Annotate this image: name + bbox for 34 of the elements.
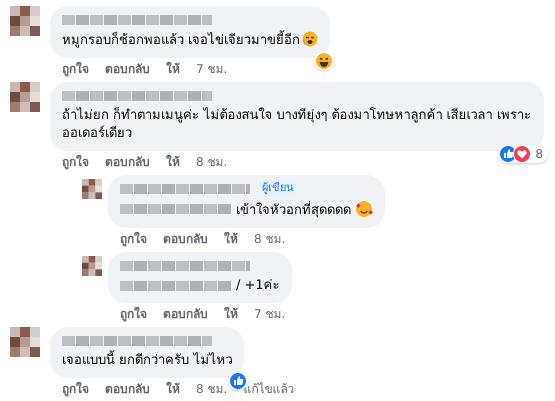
comment-action-link[interactable]: ถูกใจ	[62, 153, 89, 171]
smiling-face-with-hearts-icon	[355, 200, 373, 218]
laughing-face-icon	[315, 52, 334, 70]
comment-action-link[interactable]: ตอบกลับ	[105, 380, 150, 398]
reaction-badge[interactable]: 8	[498, 145, 548, 163]
comment-time: 8 ชม.	[196, 381, 228, 398]
comment-text: / +1ค่ะ	[236, 277, 280, 295]
comment-action-link[interactable]: ถูกใจ	[120, 230, 147, 248]
comment-action-link[interactable]: ตอบกลับ	[105, 153, 150, 171]
comment-action-link[interactable]: ให้	[166, 60, 180, 78]
comment-action-link[interactable]: ให้	[224, 230, 238, 248]
comment-action-link[interactable]: ตอบกลับ	[105, 60, 150, 78]
reaction-count: 8	[534, 146, 544, 163]
comment-action-link[interactable]: ตอบกลับ	[163, 305, 208, 323]
comment-action-link[interactable]: ให้	[224, 305, 238, 323]
comment-time: 7 ชม.	[196, 61, 228, 78]
comment-action-link[interactable]: ให้	[166, 380, 180, 398]
comment-text: ถ้าไม่ยก ก็ทำตามเมนูค่ะ ไม่ต้องสนใจ บางทียุ่งๆ ต้องมาโทษหาลูกค้า เสียเวลา เพราะออเดอร์เดียว	[62, 107, 532, 143]
comment-action-link[interactable]: ถูกใจ	[120, 305, 147, 323]
comment-time: 8 ชม.	[196, 154, 228, 171]
heart-icon	[513, 145, 532, 163]
comment-text: เข้าใจหัวอกที่สุดดดด	[236, 200, 373, 220]
comment-action-link[interactable]: ถูกใจ	[62, 60, 89, 78]
reaction-badge[interactable]	[314, 52, 334, 70]
comment-action-link[interactable]: ถูกใจ	[62, 380, 89, 398]
comment-text: หมูกรอบก็ช้อกพอแล้ว เจอไข่เจียวมาขยี้อีก	[62, 31, 318, 50]
comment-time: 8 ชม.	[254, 231, 286, 248]
comment-text: เจอแบบนี้ ยกดีกว่าครับ ไม่ไหว	[62, 352, 232, 370]
comment-action-link[interactable]: ตอบกลับ	[163, 230, 208, 248]
crying-face-icon	[302, 31, 318, 47]
comment-time: 7 ชม.	[254, 306, 286, 323]
author-badge: ผู้เขียน	[258, 180, 298, 197]
edited-label[interactable]: แก้ไขแล้ว	[243, 380, 294, 398]
comment-action-link[interactable]: ให้	[166, 153, 180, 171]
